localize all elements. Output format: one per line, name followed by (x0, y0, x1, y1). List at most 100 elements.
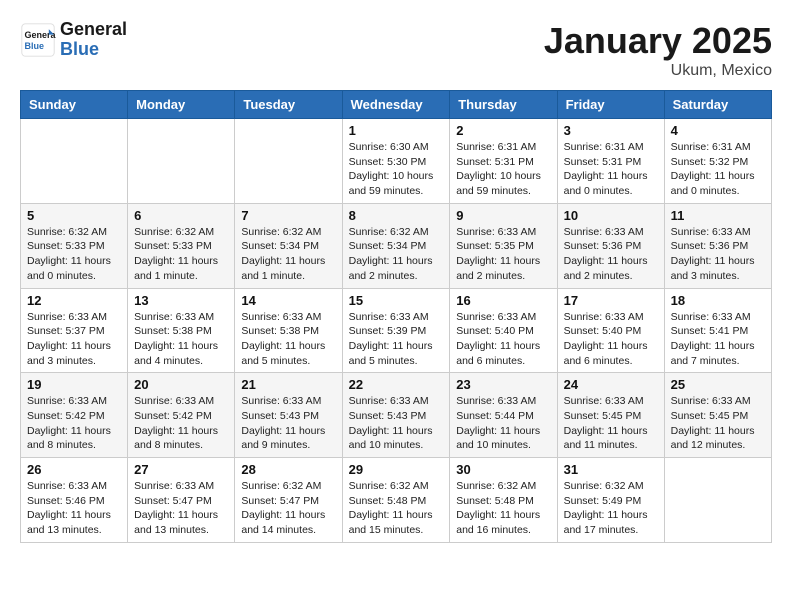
calendar-table: SundayMondayTuesdayWednesdayThursdayFrid… (20, 90, 772, 543)
day-info: Sunrise: 6:32 AM Sunset: 5:34 PM Dayligh… (349, 225, 444, 284)
day-info: Sunrise: 6:33 AM Sunset: 5:37 PM Dayligh… (27, 310, 121, 369)
day-info: Sunrise: 6:33 AM Sunset: 5:45 PM Dayligh… (564, 394, 658, 453)
day-number: 19 (27, 377, 121, 392)
calendar-cell: 13 Sunrise: 6:33 AM Sunset: 5:38 PM Dayli… (128, 288, 235, 373)
day-number: 29 (349, 462, 444, 477)
day-info: Sunrise: 6:33 AM Sunset: 5:47 PM Dayligh… (134, 479, 228, 538)
day-info: Sunrise: 6:33 AM Sunset: 5:35 PM Dayligh… (456, 225, 550, 284)
calendar-cell: 30 Sunrise: 6:32 AM Sunset: 5:48 PM Dayli… (450, 458, 557, 543)
day-info: Sunrise: 6:31 AM Sunset: 5:31 PM Dayligh… (456, 140, 550, 199)
day-info: Sunrise: 6:32 AM Sunset: 5:48 PM Dayligh… (456, 479, 550, 538)
day-number: 8 (349, 208, 444, 223)
logo-blue: Blue (60, 39, 99, 59)
day-info: Sunrise: 6:32 AM Sunset: 5:49 PM Dayligh… (564, 479, 658, 538)
weekday-header-wednesday: Wednesday (342, 91, 450, 119)
calendar-cell: 9 Sunrise: 6:33 AM Sunset: 5:35 PM Daylig… (450, 203, 557, 288)
day-info: Sunrise: 6:33 AM Sunset: 5:42 PM Dayligh… (134, 394, 228, 453)
day-info: Sunrise: 6:31 AM Sunset: 5:32 PM Dayligh… (671, 140, 765, 199)
day-number: 15 (349, 293, 444, 308)
calendar-cell: 29Sunrise: 6:32 AM Sunset: 5:48 PM Dayli… (342, 458, 450, 543)
day-number: 13 (134, 293, 228, 308)
calendar-cell (128, 119, 235, 204)
day-info: Sunrise: 6:32 AM Sunset: 5:47 PM Dayligh… (241, 479, 335, 538)
day-number: 2 (456, 123, 550, 138)
day-info: Sunrise: 6:33 AM Sunset: 5:40 PM Dayligh… (456, 310, 550, 369)
calendar-cell: 27 Sunrise: 6:33 AM Sunset: 5:47 PM Dayli… (128, 458, 235, 543)
day-info: Sunrise: 6:33 AM Sunset: 5:43 PM Dayligh… (241, 394, 335, 453)
calendar-cell: 19 Sunrise: 6:33 AM Sunset: 5:42 PM Dayli… (21, 373, 128, 458)
calendar-week-1: 1 Sunrise: 6:30 AM Sunset: 5:30 PM Daylig… (21, 119, 772, 204)
calendar-cell: 8 Sunrise: 6:32 AM Sunset: 5:34 PM Daylig… (342, 203, 450, 288)
day-info: Sunrise: 6:33 AM Sunset: 5:40 PM Dayligh… (564, 310, 658, 369)
day-info: Sunrise: 6:33 AM Sunset: 5:45 PM Dayligh… (671, 394, 765, 453)
day-info: Sunrise: 6:33 AM Sunset: 5:42 PM Dayligh… (27, 394, 121, 453)
day-number: 16 (456, 293, 550, 308)
day-info: Sunrise: 6:33 AM Sunset: 5:36 PM Dayligh… (671, 225, 765, 284)
day-number: 20 (134, 377, 228, 392)
day-info: Sunrise: 6:33 AM Sunset: 5:39 PM Dayligh… (349, 310, 444, 369)
day-number: 21 (241, 377, 335, 392)
weekday-header-tuesday: Tuesday (235, 91, 342, 119)
day-number: 6 (134, 208, 228, 223)
calendar-cell: 18 Sunrise: 6:33 AM Sunset: 5:41 PM Dayli… (664, 288, 771, 373)
day-info: Sunrise: 6:33 AM Sunset: 5:43 PM Dayligh… (349, 394, 444, 453)
day-info: Sunrise: 6:33 AM Sunset: 5:41 PM Dayligh… (671, 310, 765, 369)
calendar-cell: 28 Sunrise: 6:32 AM Sunset: 5:47 PM Dayli… (235, 458, 342, 543)
day-info: Sunrise: 6:32 AM Sunset: 5:33 PM Dayligh… (134, 225, 228, 284)
weekday-header-friday: Friday (557, 91, 664, 119)
title-block: January 2025 Ukum, Mexico (544, 20, 772, 80)
calendar-cell: 21 Sunrise: 6:33 AM Sunset: 5:43 PM Dayli… (235, 373, 342, 458)
day-number: 18 (671, 293, 765, 308)
day-number: 26 (27, 462, 121, 477)
calendar-cell: 10Sunrise: 6:33 AM Sunset: 5:36 PM Dayli… (557, 203, 664, 288)
day-info: Sunrise: 6:33 AM Sunset: 5:46 PM Dayligh… (27, 479, 121, 538)
day-number: 30 (456, 462, 550, 477)
calendar-cell: 23Sunrise: 6:33 AM Sunset: 5:44 PM Dayli… (450, 373, 557, 458)
day-info: Sunrise: 6:33 AM Sunset: 5:38 PM Dayligh… (241, 310, 335, 369)
day-info: Sunrise: 6:33 AM Sunset: 5:38 PM Dayligh… (134, 310, 228, 369)
calendar-cell: 11Sunrise: 6:33 AM Sunset: 5:36 PM Dayli… (664, 203, 771, 288)
calendar-cell (664, 458, 771, 543)
calendar-cell: 24Sunrise: 6:33 AM Sunset: 5:45 PM Dayli… (557, 373, 664, 458)
day-number: 31 (564, 462, 658, 477)
weekday-header-row: SundayMondayTuesdayWednesdayThursdayFrid… (21, 91, 772, 119)
calendar-cell: 15 Sunrise: 6:33 AM Sunset: 5:39 PM Dayli… (342, 288, 450, 373)
day-info: Sunrise: 6:31 AM Sunset: 5:31 PM Dayligh… (564, 140, 658, 199)
day-info: Sunrise: 6:30 AM Sunset: 5:30 PM Dayligh… (349, 140, 444, 199)
day-number: 7 (241, 208, 335, 223)
calendar-week-5: 26 Sunrise: 6:33 AM Sunset: 5:46 PM Dayli… (21, 458, 772, 543)
day-info: Sunrise: 6:33 AM Sunset: 5:44 PM Dayligh… (456, 394, 550, 453)
day-number: 14 (241, 293, 335, 308)
calendar-cell: 7Sunrise: 6:32 AM Sunset: 5:34 PM Daylig… (235, 203, 342, 288)
calendar-cell: 3 Sunrise: 6:31 AM Sunset: 5:31 PM Daylig… (557, 119, 664, 204)
calendar-cell: 1 Sunrise: 6:30 AM Sunset: 5:30 PM Daylig… (342, 119, 450, 204)
day-number: 12 (27, 293, 121, 308)
calendar-cell: 4Sunrise: 6:31 AM Sunset: 5:32 PM Daylig… (664, 119, 771, 204)
day-number: 27 (134, 462, 228, 477)
calendar-cell: 22Sunrise: 6:33 AM Sunset: 5:43 PM Dayli… (342, 373, 450, 458)
month-title: January 2025 (544, 20, 772, 62)
day-number: 9 (456, 208, 550, 223)
day-number: 3 (564, 123, 658, 138)
calendar-cell: 17 Sunrise: 6:33 AM Sunset: 5:40 PM Dayli… (557, 288, 664, 373)
location: Ukum, Mexico (544, 62, 772, 80)
day-info: Sunrise: 6:33 AM Sunset: 5:36 PM Dayligh… (564, 225, 658, 284)
day-number: 28 (241, 462, 335, 477)
calendar-cell (235, 119, 342, 204)
weekday-header-monday: Monday (128, 91, 235, 119)
day-number: 1 (349, 123, 444, 138)
day-info: Sunrise: 6:32 AM Sunset: 5:33 PM Dayligh… (27, 225, 121, 284)
calendar-week-2: 5 Sunrise: 6:32 AM Sunset: 5:33 PM Daylig… (21, 203, 772, 288)
day-number: 5 (27, 208, 121, 223)
calendar-week-3: 12 Sunrise: 6:33 AM Sunset: 5:37 PM Dayli… (21, 288, 772, 373)
logo-general: General (60, 19, 127, 39)
calendar-cell: 2 Sunrise: 6:31 AM Sunset: 5:31 PM Daylig… (450, 119, 557, 204)
calendar-cell: 14 Sunrise: 6:33 AM Sunset: 5:38 PM Dayli… (235, 288, 342, 373)
calendar-cell: 25Sunrise: 6:33 AM Sunset: 5:45 PM Dayli… (664, 373, 771, 458)
calendar-cell: 20 Sunrise: 6:33 AM Sunset: 5:42 PM Dayli… (128, 373, 235, 458)
calendar-cell: 16 Sunrise: 6:33 AM Sunset: 5:40 PM Dayli… (450, 288, 557, 373)
logo-icon: General Blue (20, 22, 56, 58)
day-number: 17 (564, 293, 658, 308)
calendar-cell: 31 Sunrise: 6:32 AM Sunset: 5:49 PM Dayli… (557, 458, 664, 543)
calendar-week-4: 19 Sunrise: 6:33 AM Sunset: 5:42 PM Dayli… (21, 373, 772, 458)
